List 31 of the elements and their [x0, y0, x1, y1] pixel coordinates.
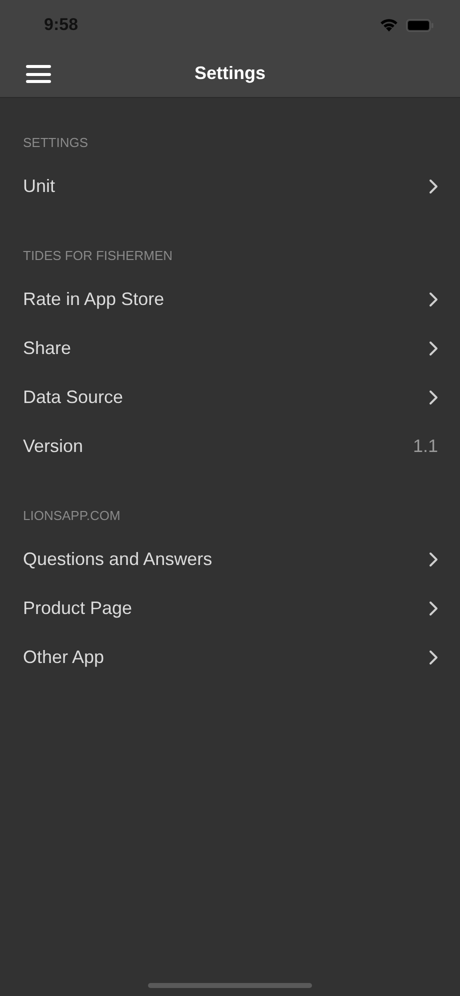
settings-row[interactable]: Data Source [0, 373, 460, 422]
wifi-icon [379, 18, 399, 32]
settings-row[interactable]: Share [0, 324, 460, 373]
settings-row[interactable]: Rate in App Store [0, 275, 460, 324]
section-header: TIDES FOR FISHERMEN [23, 246, 173, 264]
chevron-icon [429, 341, 438, 356]
row-label: Version [23, 435, 84, 458]
chevron-icon [429, 650, 438, 665]
chevron-icon [429, 601, 438, 616]
chevron-icon [429, 390, 438, 405]
settings-row[interactable]: Version 1.1 [0, 422, 460, 471]
nav-title: Settings [194, 62, 266, 85]
settings-row[interactable]: Unit [0, 162, 460, 211]
battery-icon [406, 18, 434, 32]
menu-icon[interactable] [26, 64, 51, 84]
settings-row[interactable]: Other App [0, 633, 460, 682]
row-label: Data Source [23, 386, 124, 409]
section-header: LIONSAPP.COM [23, 506, 120, 524]
row-label: Product Page [23, 597, 132, 620]
chevron-icon [429, 179, 438, 194]
row-label: Rate in App Store [23, 288, 164, 311]
chevron-icon [429, 292, 438, 307]
settings-row[interactable]: Questions and Answers [0, 535, 460, 584]
settings-row[interactable]: Product Page [0, 584, 460, 633]
row-label: Share [23, 337, 72, 360]
row-label: Questions and Answers [23, 548, 212, 571]
row-value: 1.1 [412, 435, 438, 458]
row-label: Unit [23, 175, 56, 198]
chevron-icon [429, 552, 438, 567]
row-label: Other App [23, 646, 104, 669]
section-header: SETTINGS [23, 134, 88, 152]
